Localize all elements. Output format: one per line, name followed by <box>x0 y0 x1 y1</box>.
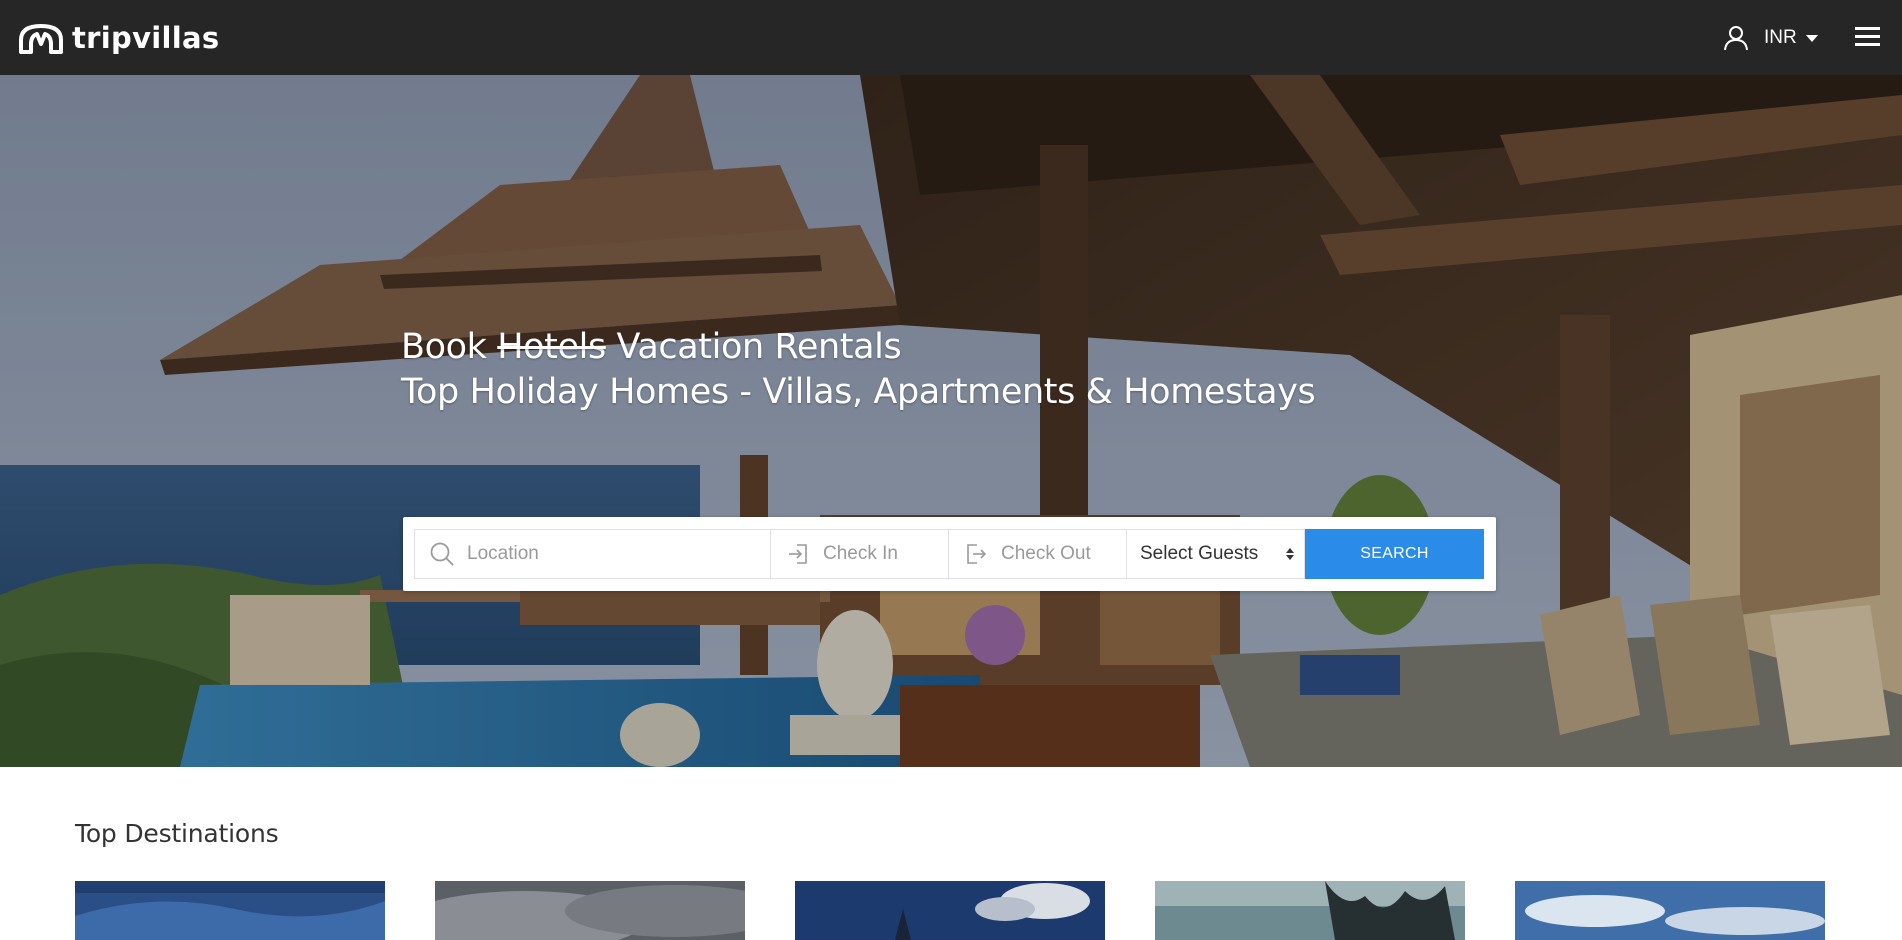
caret-down-icon <box>1805 34 1818 42</box>
logo-mark-icon <box>19 24 63 54</box>
destination-card-image <box>1155 881 1465 940</box>
user-icon <box>1724 26 1748 51</box>
currency-label: INR <box>1764 27 1797 48</box>
destination-card[interactable] <box>1515 881 1825 940</box>
check-in-input[interactable]: Check In <box>770 529 949 579</box>
location-placeholder: Location <box>467 543 539 564</box>
check-in-placeholder: Check In <box>823 543 898 564</box>
hero-banner: Book Hotels Vacation Rentals Top Holiday… <box>0 75 1902 767</box>
destination-card[interactable] <box>75 881 385 940</box>
destination-card-image <box>435 881 745 940</box>
check-out-placeholder: Check Out <box>1001 543 1091 564</box>
menu-line <box>1855 27 1880 30</box>
destination-card[interactable] <box>435 881 745 940</box>
search-bar: Location Check In Check Out Select Guest… <box>403 517 1496 591</box>
menu-line <box>1855 35 1880 38</box>
currency-selector[interactable]: INR <box>1764 24 1818 52</box>
top-navbar: tripvillas INR <box>0 0 1902 75</box>
destination-card-image <box>75 881 385 940</box>
hero-headline: Book Hotels Vacation Rentals <box>401 325 1315 370</box>
logo-text: tripvillas <box>72 21 220 55</box>
search-icon <box>425 541 459 567</box>
user-account-button[interactable] <box>1722 24 1750 52</box>
guests-select[interactable]: Select Guests <box>1126 529 1305 579</box>
top-destinations-title: Top Destinations <box>75 819 279 848</box>
hero-heading: Book Hotels Vacation Rentals Top Holiday… <box>401 325 1316 415</box>
hamburger-menu-button[interactable] <box>1855 25 1883 49</box>
hero-subheadline: Top Holiday Homes - Villas, Apartments &… <box>401 372 1316 412</box>
headline-suffix: Vacation Rentals <box>616 327 902 367</box>
hero-overlay <box>0 75 1902 767</box>
destination-card-image <box>1515 881 1825 940</box>
destination-card[interactable] <box>795 881 1105 940</box>
select-arrows-icon <box>1286 548 1294 560</box>
check-out-input[interactable]: Check Out <box>948 529 1127 579</box>
headline-prefix: Book <box>401 327 487 367</box>
sign-in-icon <box>781 543 815 565</box>
guests-select-value: Select Guests <box>1140 543 1259 564</box>
destination-card[interactable] <box>1155 881 1465 940</box>
menu-line <box>1855 43 1880 46</box>
location-input[interactable]: Location <box>414 529 771 579</box>
destination-card-image <box>795 881 1105 940</box>
search-button[interactable]: SEARCH <box>1305 529 1484 579</box>
sign-out-icon <box>959 543 993 565</box>
headline-struck-word: Hotels <box>497 327 606 367</box>
tripvillas-logo[interactable]: tripvillas <box>18 18 219 58</box>
